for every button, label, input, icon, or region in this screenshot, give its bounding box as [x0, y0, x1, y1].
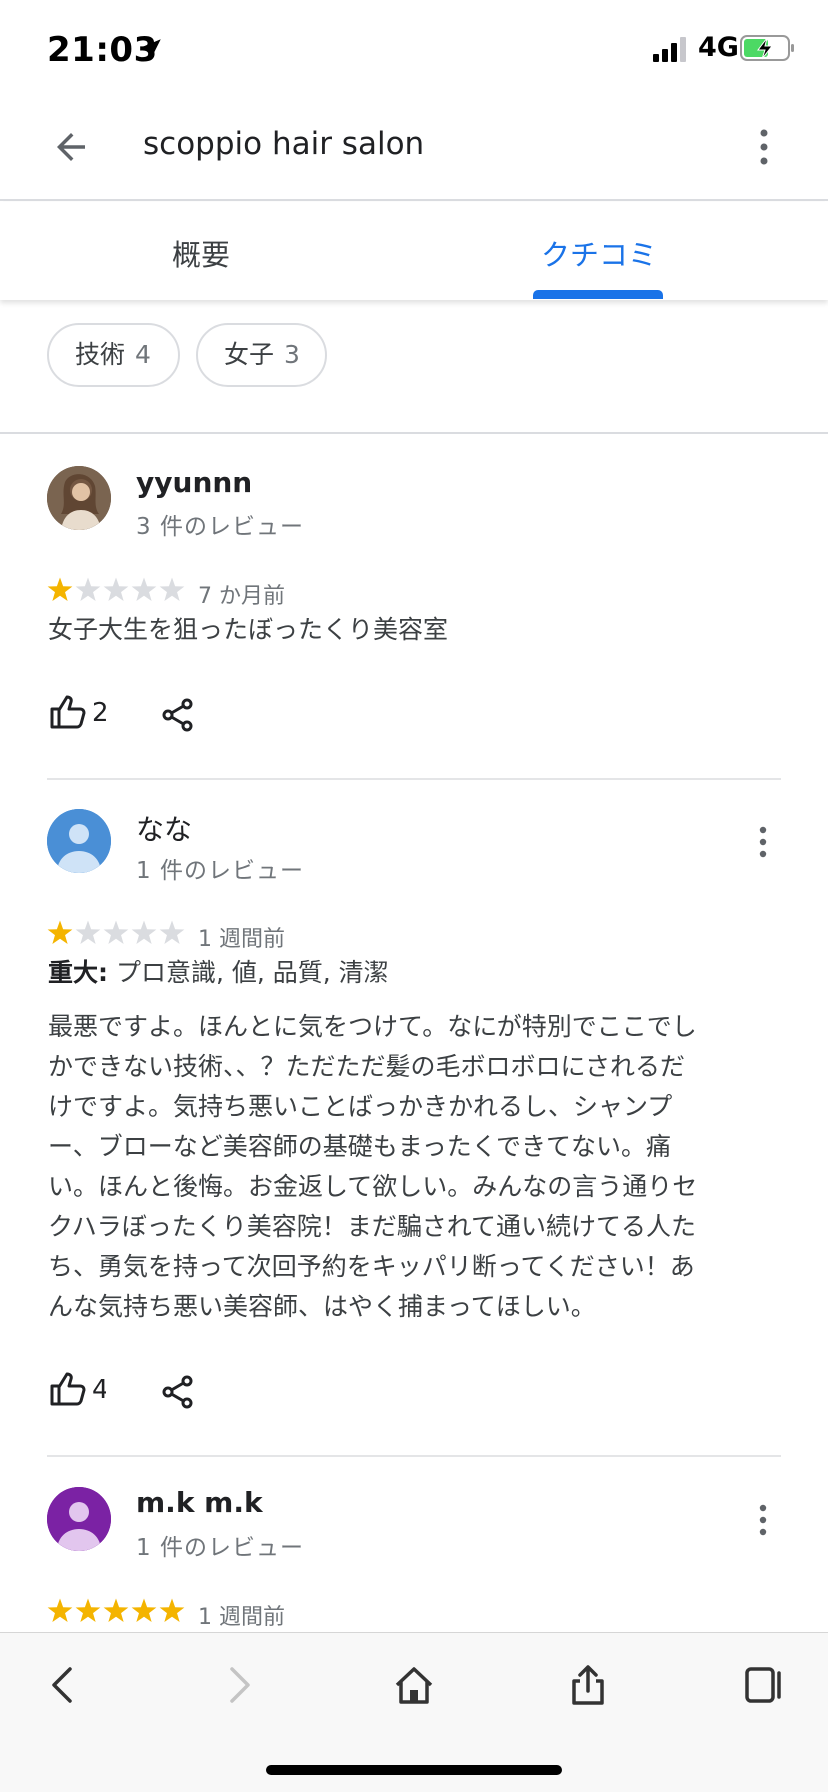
review-time: 1 週間前: [198, 1605, 285, 1630]
avatar-photo: [47, 466, 111, 530]
app-header: scoppio hair salon: [0, 100, 828, 201]
star-filled-icon: [159, 1598, 185, 1623]
divider: [47, 778, 781, 780]
attributes-values: プロ意識, 値, 品質, 清潔: [115, 958, 389, 987]
signal-icon: [653, 37, 686, 62]
share-icon[interactable]: [161, 698, 195, 732]
filter-chip-women[interactable]: 女子 3: [196, 323, 327, 387]
chip-count: 3: [284, 340, 300, 369]
chip-count: 4: [135, 340, 151, 369]
review-text: 女子大生を狙ったぼったくり美容室: [48, 615, 449, 644]
forward-icon[interactable]: [216, 1663, 260, 1707]
thumbs-up-icon[interactable]: [49, 694, 87, 730]
tab-overview[interactable]: 概要: [172, 232, 230, 274]
network-type: 4G: [698, 32, 739, 63]
star-filled-icon: [103, 1598, 129, 1623]
chip-label: 女子: [224, 340, 275, 369]
star-empty-icon: [131, 577, 157, 602]
more-vert-icon[interactable]: [753, 824, 773, 860]
reviewer-avatar[interactable]: [47, 1487, 111, 1551]
reviewer-review-count: 3 件のレビュー: [136, 514, 304, 540]
review-text-line: かできない技術、、？ただただ髪の毛ボロボロにされるだ: [48, 1052, 686, 1081]
star-empty-icon: [75, 920, 101, 945]
star-empty-icon: [131, 920, 157, 945]
star-filled-icon: [131, 1598, 157, 1623]
back-icon[interactable]: [42, 1663, 86, 1707]
star-empty-icon: [159, 577, 185, 602]
star-filled-icon: [47, 920, 73, 945]
more-vert-icon[interactable]: [752, 126, 776, 168]
tabs-icon[interactable]: [741, 1663, 785, 1707]
chip-label: 技術: [75, 340, 126, 369]
tab-indicator: [533, 290, 663, 299]
star-empty-icon: [159, 920, 185, 945]
location-arrow-icon: [141, 39, 161, 58]
reviewer-avatar[interactable]: [47, 466, 111, 530]
tab-reviews[interactable]: クチコミ: [541, 232, 657, 274]
reviewer-review-count: 1 件のレビュー: [136, 1535, 304, 1561]
share-icon[interactable]: [161, 1375, 195, 1409]
review-text: 最悪ですよ。ほんとに気をつけて。なにが特別でここでし かできない技術、、？ただた…: [48, 1007, 788, 1327]
back-arrow-icon[interactable]: [50, 126, 92, 168]
battery-charging-icon: [740, 35, 794, 61]
star-filled-icon: [47, 577, 73, 602]
review-text-line: クハラぼったくり美容院！まだ騙されて通い続けてる人た: [48, 1212, 697, 1241]
rating-stars: [47, 920, 185, 945]
star-filled-icon: [47, 1598, 73, 1623]
star-filled-icon: [75, 1598, 101, 1623]
attributes-label: 重大:: [48, 958, 108, 987]
like-count: 4: [92, 1375, 106, 1405]
more-vert-icon[interactable]: [753, 1502, 773, 1538]
reviewer-name[interactable]: yyunnn: [136, 466, 252, 499]
thumbs-up-icon[interactable]: [49, 1371, 87, 1407]
star-empty-icon: [75, 577, 101, 602]
review-text-line: ー、ブローなど美容師の基礎もまったくできてない。痛: [48, 1132, 672, 1161]
rating-stars: [47, 577, 185, 602]
review-text-line: い。ほんと後悔。お金返して欲しい。みんなの言う通りセ: [48, 1172, 698, 1201]
review-time: 1 週間前: [198, 927, 285, 952]
star-empty-icon: [103, 920, 129, 945]
like-count: 2: [92, 698, 106, 728]
rating-stars: [47, 1598, 185, 1623]
review-text-line: ち、勇気を持って次回予約をキッパリ断ってください！あ: [48, 1252, 695, 1281]
review-time: 7 か月前: [198, 584, 285, 609]
review-text-line: んな気持ち悪い美容師、はやく捕まってほしい。: [48, 1292, 596, 1321]
share-icon[interactable]: [566, 1663, 610, 1707]
status-bar: 21:03 4G: [0, 0, 828, 100]
home-icon[interactable]: [392, 1663, 436, 1707]
divider: [0, 432, 828, 434]
divider: [47, 1455, 781, 1457]
reviewer-name[interactable]: なな: [136, 808, 192, 848]
default-avatar-icon: [47, 1487, 111, 1551]
review-attributes: 重大: プロ意識, 値, 品質, 清潔: [48, 953, 389, 989]
reviewer-review-count: 1 件のレビュー: [136, 858, 304, 884]
home-indicator: [266, 1765, 562, 1775]
filter-chip-technique[interactable]: 技術 4: [47, 323, 180, 387]
review-text-line: 最悪ですよ。ほんとに気をつけて。なにが特別でここでし: [48, 1012, 697, 1041]
review-text-line: けですよ。気持ち悪いことばっかきかれるし、シャンプ: [48, 1092, 673, 1121]
tab-bar: 概要 クチコミ: [0, 202, 828, 300]
reviewer-name[interactable]: m.k m.k: [136, 1486, 263, 1519]
default-avatar-icon: [47, 809, 111, 873]
star-empty-icon: [103, 577, 129, 602]
reviewer-avatar[interactable]: [47, 809, 111, 873]
page-title: scoppio hair salon: [143, 126, 425, 162]
